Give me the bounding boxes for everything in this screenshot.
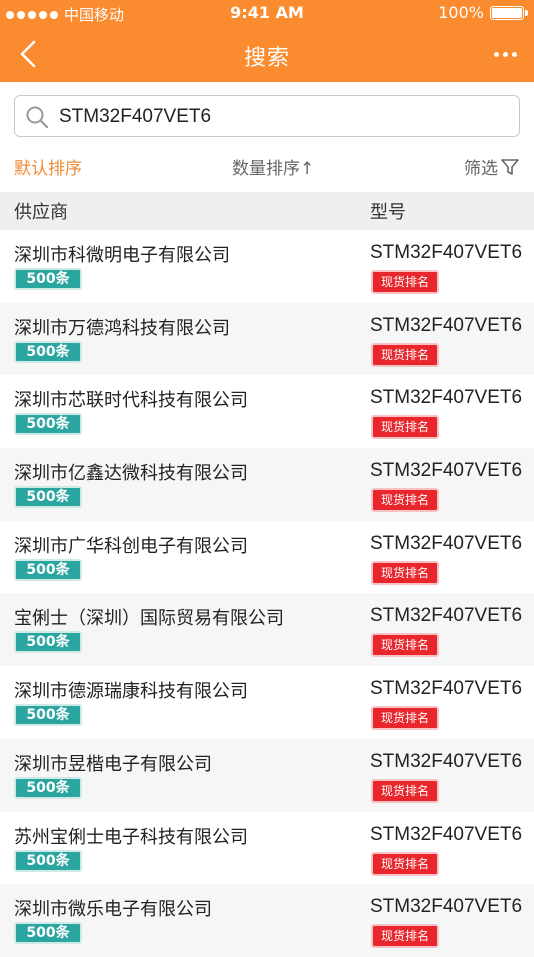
- table-row[interactable]: 深圳市万德鸿科技有限公司 500条 STM32F407VET6 现货排名: [0, 302, 534, 376]
- stock-rank-button[interactable]: 现货排名: [371, 633, 439, 658]
- model-number: STM32F407VET6: [370, 605, 523, 627]
- table-row[interactable]: 宝俐士（深圳）国际贸易有限公司 500条 STM32F407VET6 现货排名: [0, 593, 534, 667]
- table-row[interactable]: 深圳市亿鑫达微科技有限公司 500条 STM32F407VET6 现货排名: [0, 448, 534, 521]
- supplier-column-header: 供应商: [14, 202, 68, 223]
- header: 中国移动 9:41 AM 100% 搜索: [0, 0, 534, 82]
- count-badge: 500条: [14, 631, 82, 654]
- model-number: STM32F407VET6: [370, 242, 523, 263]
- filter-button[interactable]: 筛选: [464, 154, 520, 179]
- stock-rank-button[interactable]: 现货排名: [371, 342, 439, 367]
- stock-rank-button[interactable]: 现货排名: [371, 851, 439, 876]
- sort-default-tab[interactable]: 默认排序: [14, 154, 82, 179]
- supplier-name: 深圳市亿鑫达微科技有限公司: [14, 463, 248, 485]
- model-number: STM32F407VET6: [370, 823, 523, 845]
- search-icon: [26, 106, 49, 129]
- stock-rank-button[interactable]: 现货排名: [371, 415, 439, 440]
- page-title: 搜索: [243, 46, 290, 71]
- funnel-icon: [501, 158, 519, 175]
- battery-percent: 100%: [438, 3, 484, 22]
- battery-icon: [490, 5, 528, 20]
- table-row[interactable]: 深圳市芯联时代科技有限公司 500条 STM32F407VET6 现货排名: [0, 375, 534, 448]
- sort-quantity-tab[interactable]: 数量排序↑: [232, 154, 314, 179]
- table-row[interactable]: 深圳市昱楷电子有限公司 500条 STM32F407VET6 现货排名: [0, 738, 534, 812]
- stock-rank-button[interactable]: 现货排名: [371, 706, 439, 731]
- model-number: STM32F407VET6: [370, 314, 523, 336]
- model-number: STM32F407VET6: [370, 532, 523, 554]
- supplier-name: 苏州宝俐士电子科技有限公司: [14, 826, 248, 848]
- table-row[interactable]: 深圳市科微明电子有限公司 500条 STM32F407VET6 现货排名: [0, 230, 534, 303]
- more-dots-icon: [493, 51, 499, 57]
- supplier-list: 深圳市科微明电子有限公司 500条 STM32F407VET6 现货排名 深圳市…: [0, 230, 534, 957]
- more-button[interactable]: [490, 40, 520, 68]
- supplier-name: 宝俐士（深圳）国际贸易有限公司: [14, 608, 284, 630]
- table-header: 供应商 型号: [0, 192, 534, 230]
- count-badge: 500条: [14, 776, 82, 799]
- stock-rank-button[interactable]: 现货排名: [371, 560, 439, 585]
- stock-rank-button[interactable]: 现货排名: [371, 778, 439, 803]
- supplier-name: 深圳市微乐电子有限公司: [14, 899, 212, 921]
- search-input[interactable]: [57, 96, 511, 138]
- model-number: STM32F407VET6: [370, 387, 523, 409]
- model-number: STM32F407VET6: [370, 896, 523, 918]
- stock-rank-button[interactable]: 现货排名: [371, 924, 439, 949]
- table-row[interactable]: 深圳市广华科创电子有限公司 500条 STM32F407VET6 现货排名: [0, 521, 534, 594]
- count-badge: 500条: [14, 486, 82, 509]
- status-bar: 中国移动 9:41 AM 100%: [0, 0, 534, 26]
- supplier-name: 深圳市广华科创电子有限公司: [14, 535, 248, 557]
- stock-rank-button[interactable]: 现货排名: [371, 488, 439, 513]
- supplier-name: 深圳市芯联时代科技有限公司: [14, 390, 248, 412]
- search-box[interactable]: [14, 95, 520, 138]
- count-badge: 500条: [14, 340, 82, 363]
- model-number: STM32F407VET6: [370, 750, 523, 772]
- table-row[interactable]: 苏州宝俐士电子科技有限公司 500条 STM32F407VET6 现货排名: [0, 812, 534, 885]
- count-badge: 500条: [14, 413, 82, 436]
- model-column-header: 型号: [370, 202, 406, 223]
- supplier-name: 深圳市科微明电子有限公司: [14, 245, 230, 266]
- model-number: STM32F407VET6: [370, 678, 523, 700]
- count-badge: 500条: [14, 849, 82, 872]
- count-badge: 500条: [14, 704, 82, 727]
- supplier-name: 深圳市德源瑞康科技有限公司: [14, 681, 248, 703]
- filter-label: 筛选: [464, 159, 498, 179]
- count-badge: 500条: [14, 558, 82, 581]
- table-row[interactable]: 深圳市德源瑞康科技有限公司 500条 STM32F407VET6 现货排名: [0, 666, 534, 739]
- count-badge: 500条: [14, 922, 82, 945]
- stock-rank-button[interactable]: 现货排名: [371, 270, 439, 294]
- sort-bar: 默认排序 数量排序↑ 筛选: [0, 146, 534, 186]
- model-number: STM32F407VET6: [370, 460, 523, 482]
- supplier-name: 深圳市万德鸿科技有限公司: [14, 317, 230, 339]
- navigation-bar: 搜索: [0, 26, 534, 82]
- table-row[interactable]: 深圳市微乐电子有限公司 500条 STM32F407VET6 现货排名: [0, 884, 534, 957]
- count-badge: 500条: [14, 268, 82, 290]
- battery-info: 100%: [438, 3, 528, 22]
- supplier-name: 深圳市昱楷电子有限公司: [14, 753, 212, 775]
